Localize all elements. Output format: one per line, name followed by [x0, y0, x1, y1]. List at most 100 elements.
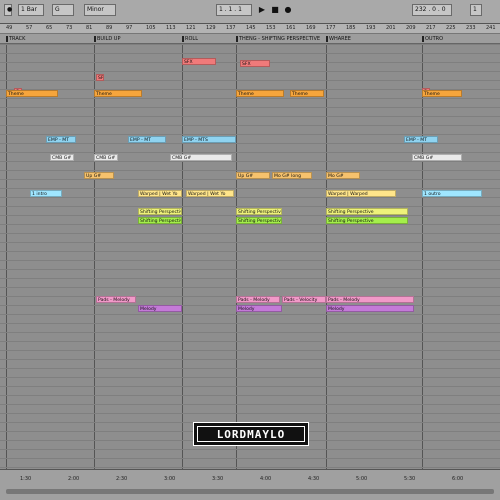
clip[interactable]: Shifting Perspective [236, 217, 282, 224]
time-tick: 3:00 [164, 476, 176, 482]
locator-marker[interactable]: TRACK [6, 35, 25, 43]
ruler-tick: 193 [366, 25, 376, 31]
arrangement-view[interactable]: Sub_BassSub_BassSPSFXSFXThemeThemeThemeT… [0, 44, 500, 469]
track-lane [0, 269, 500, 270]
ruler-tick: 137 [226, 25, 236, 31]
clip[interactable]: CMB G# [170, 154, 232, 161]
clip[interactable]: CMB G# [94, 154, 118, 161]
ruler-tick: 217 [426, 25, 436, 31]
locator-marker[interactable]: WHAREE [326, 35, 351, 43]
time-tick: 5:00 [356, 476, 368, 482]
ruler-tick: 145 [246, 25, 256, 31]
loop-length[interactable]: 232 . 0 . 0 [412, 4, 452, 16]
ruler-tick: 89 [106, 25, 113, 31]
track-lane [0, 206, 500, 207]
ruler-tick: 161 [286, 25, 296, 31]
track-lane [0, 314, 500, 315]
locator-marker[interactable]: THENG - SHIFTING PERSPECTIVE [236, 35, 320, 43]
clip[interactable]: Up G# [236, 172, 270, 179]
clip[interactable]: Shifting Perspective [138, 208, 182, 215]
time-ruler[interactable]: 1:30 2:00 2:30 3:00 3:30 4:00 4:30 5:00 5:30 6:00 [0, 469, 500, 500]
clip[interactable]: Theme [290, 90, 324, 97]
locator-marker[interactable]: OUTRO [422, 35, 443, 43]
track-lane [0, 260, 500, 261]
key-select[interactable]: G [52, 4, 74, 16]
clip[interactable]: Shifting Perspective [236, 208, 282, 215]
clip[interactable]: Theme [6, 90, 58, 97]
clip[interactable]: SFX [182, 58, 216, 65]
track-lane [0, 116, 500, 117]
track-lane [0, 395, 500, 396]
clip[interactable]: Pads - Melody [236, 296, 280, 303]
clip[interactable]: Melody [138, 305, 182, 312]
track-lane [0, 458, 500, 459]
clip[interactable]: Pads - Melody [96, 296, 136, 303]
clip[interactable]: Up G# [84, 172, 114, 179]
locator-marker[interactable]: BUILD UP [94, 35, 120, 43]
clip[interactable]: Pads - Melody [326, 296, 414, 303]
bar-ruler[interactable]: 49 57 65 73 81 89 97 105 113 121 129 137 145 153 161 16… [0, 24, 500, 34]
track-lane [0, 152, 500, 153]
ruler-tick: 57 [26, 25, 33, 31]
track-lane [0, 323, 500, 324]
transport-bar: ● 1 Bar G Minor 1 . 1 . 1 ▶ ■ ● 232 . 0 … [0, 0, 500, 24]
track-lane [0, 368, 500, 369]
play-icon[interactable]: ▶ [257, 5, 267, 15]
track-lane [0, 341, 500, 342]
track-lane [0, 413, 500, 414]
clip[interactable]: SP [96, 74, 104, 81]
zoom-field[interactable]: 1 [470, 4, 482, 16]
ruler-tick: 65 [46, 25, 53, 31]
time-tick: 4:30 [308, 476, 320, 482]
clip[interactable]: Warped | Wet Yo [138, 190, 182, 197]
clip[interactable]: Shifting Perspective [138, 217, 182, 224]
track-lane [0, 350, 500, 351]
metronome-icon[interactable]: ● [4, 4, 12, 16]
quantize-select[interactable]: 1 Bar [18, 4, 44, 16]
ruler-tick: 113 [166, 25, 176, 31]
ruler-tick: 129 [206, 25, 216, 31]
track-lane [0, 107, 500, 108]
track-lane [0, 125, 500, 126]
clip[interactable]: Mo G# [326, 172, 360, 179]
clip[interactable]: Warped | Warped [326, 190, 396, 197]
clip[interactable]: CMB G# [412, 154, 462, 161]
clip[interactable]: EMP - MT [46, 136, 76, 143]
clip[interactable]: CMB G# [50, 154, 74, 161]
track-lane [0, 170, 500, 171]
clip[interactable]: Melody [326, 305, 414, 312]
clip[interactable]: Shifting Perspective [326, 217, 408, 224]
clip[interactable]: Theme [236, 90, 284, 97]
time-tick: 3:30 [212, 476, 224, 482]
stop-icon[interactable]: ■ [270, 5, 280, 15]
scale-select[interactable]: Minor [84, 4, 116, 16]
clip[interactable]: Theme [94, 90, 142, 97]
clip[interactable]: Theme [422, 90, 462, 97]
clip[interactable]: EMP - MTS [182, 136, 236, 143]
clip[interactable]: Mo G# long [272, 172, 312, 179]
horizontal-scrollbar[interactable] [6, 489, 494, 494]
locator-marker[interactable]: ROLL [182, 35, 198, 43]
clip[interactable]: Warped | Wet Yo [186, 190, 234, 197]
clip[interactable]: 1 intro [30, 190, 62, 197]
clip[interactable]: EMP - MT [128, 136, 166, 143]
track-lane [0, 287, 500, 288]
clip[interactable]: 1 outro [422, 190, 482, 197]
track-lane [0, 359, 500, 360]
logo-text: LORDMAYLO [197, 426, 305, 442]
ruler-tick: 73 [66, 25, 73, 31]
clip[interactable]: Shifting Perspective [326, 208, 408, 215]
track-lane [0, 197, 500, 198]
track-lane [0, 98, 500, 99]
clip[interactable]: EMP - MT [404, 136, 438, 143]
ruler-tick: 153 [266, 25, 276, 31]
time-tick: 4:00 [260, 476, 272, 482]
time-tick: 6:00 [452, 476, 464, 482]
clip[interactable]: SFX [240, 60, 270, 67]
song-position[interactable]: 1 . 1 . 1 [216, 4, 252, 16]
record-icon[interactable]: ● [283, 5, 293, 15]
ruler-tick: 49 [6, 25, 13, 31]
clip[interactable]: Melody [236, 305, 282, 312]
clip[interactable]: Pads - Velocity [282, 296, 326, 303]
logo: LORDMAYLO [193, 422, 309, 446]
